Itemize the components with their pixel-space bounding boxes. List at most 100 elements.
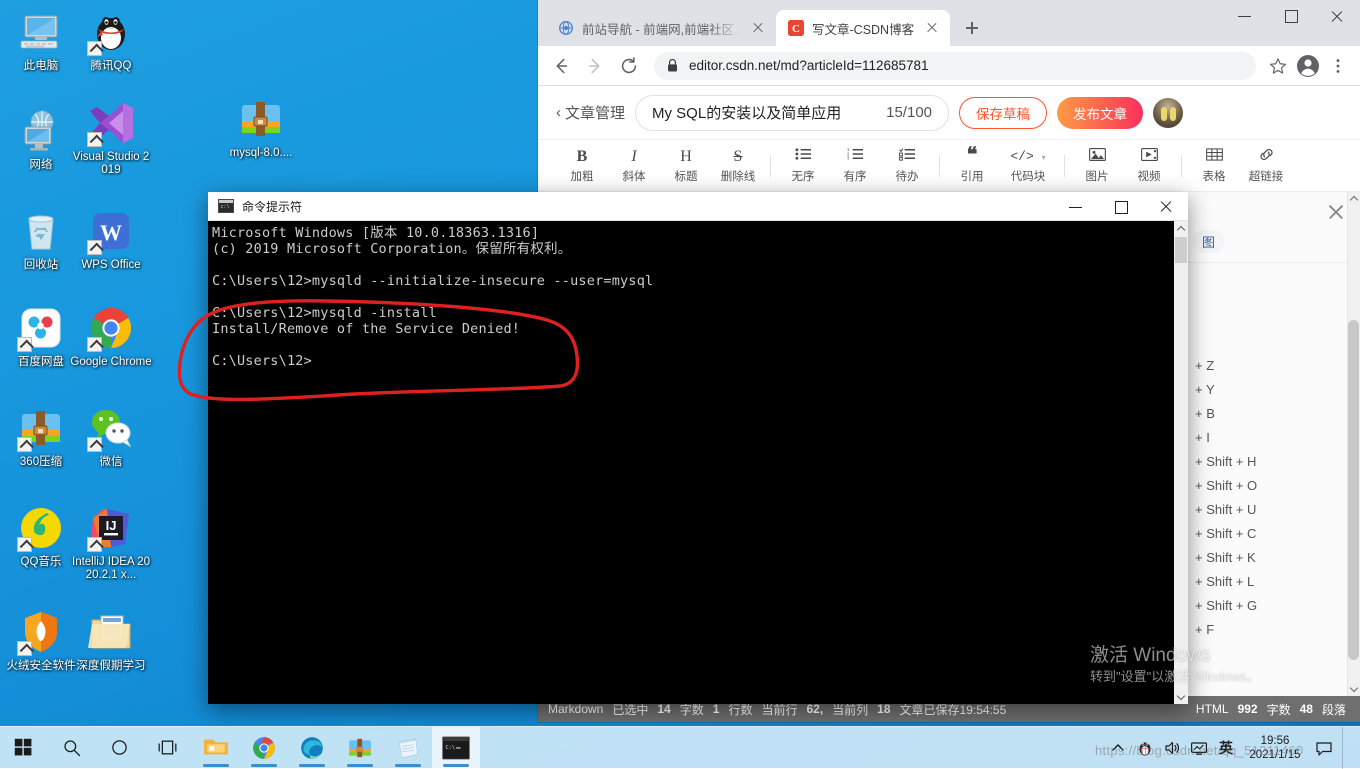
- toolbar-label: 删除线: [721, 168, 756, 184]
- code-block-button[interactable]: </> ▾ 代码块: [998, 147, 1058, 184]
- system-tray[interactable]: 英 19:56 2021/1/15: [1109, 727, 1360, 769]
- cmd-button[interactable]: C:\: [432, 727, 480, 769]
- video-button[interactable]: 视频: [1123, 147, 1175, 184]
- ordered-list-button[interactable]: 123 有序: [829, 147, 881, 184]
- command-prompt-window[interactable]: 命令提示符 Microsoft Windows [版本 10.0.18363.1…: [208, 192, 1188, 704]
- reload-icon[interactable]: [614, 51, 644, 81]
- page-scrollbar[interactable]: [1347, 192, 1360, 696]
- chrome-icon: [87, 304, 135, 352]
- window-controls[interactable]: [1222, 0, 1360, 32]
- svg-text:W: W: [100, 220, 122, 245]
- browser-toolbar[interactable]: editor.csdn.net/md?articleId=112685781: [538, 46, 1360, 86]
- search-button[interactable]: [48, 727, 96, 769]
- window-close-button[interactable]: [1314, 0, 1360, 32]
- save-draft-button[interactable]: 保存草稿: [959, 97, 1047, 129]
- publish-article-button[interactable]: 发布文章: [1057, 97, 1143, 129]
- desktop-icon-study-folder[interactable]: 深度假期学习: [70, 608, 152, 673]
- account-icon[interactable]: [1294, 52, 1322, 80]
- scrollbar-thumb[interactable]: [1348, 320, 1359, 660]
- speaker-icon[interactable]: [1163, 739, 1181, 757]
- close-icon[interactable]: [750, 20, 766, 36]
- show-desktop-button[interactable]: [1342, 727, 1350, 769]
- article-title-input[interactable]: My SQL的安装以及简单应用 15/100: [635, 95, 949, 131]
- quote-button[interactable]: ❝ 引用: [946, 147, 998, 184]
- console-icon: [218, 199, 234, 213]
- desktop-background[interactable]: 此电脑 腾讯QQ: [0, 0, 1360, 768]
- chevron-up-icon[interactable]: [1109, 739, 1127, 757]
- browser-toolbar-actions[interactable]: [1262, 52, 1352, 80]
- file-explorer-button[interactable]: [192, 727, 240, 769]
- desktop-icon-tencent-qq[interactable]: 腾讯QQ: [70, 8, 152, 73]
- new-tab-button[interactable]: [958, 14, 986, 42]
- kebab-menu-icon[interactable]: [1324, 52, 1352, 80]
- cmd-console-output[interactable]: Microsoft Windows [版本 10.0.18363.1316] (…: [208, 221, 1174, 704]
- csdn-icon: C: [788, 20, 804, 36]
- bold-button[interactable]: B 加粗: [556, 147, 608, 184]
- chevron-up-icon[interactable]: [1174, 221, 1188, 236]
- cmd-title-bar[interactable]: 命令提示符: [208, 192, 1188, 221]
- chrome-button[interactable]: [240, 727, 288, 769]
- status-right: HTML 992 字数 48 段落: [1196, 701, 1346, 718]
- desktop-icon-intellij-idea[interactable]: IJ IntelliJ IDEA 2020.2.1 x...: [70, 504, 152, 582]
- notepad-button[interactable]: [384, 727, 432, 769]
- chevron-down-icon[interactable]: [1174, 689, 1188, 704]
- list-item: + Shift + G: [1195, 594, 1342, 618]
- table-button[interactable]: 表格: [1188, 147, 1240, 184]
- 360-zip-button[interactable]: [336, 727, 384, 769]
- desktop-icon-google-chrome[interactable]: Google Chrome: [70, 304, 152, 369]
- penguin-icon[interactable]: [1136, 739, 1154, 757]
- status-line-count: 1: [713, 702, 720, 716]
- address-bar[interactable]: editor.csdn.net/md?articleId=112685781: [654, 52, 1256, 80]
- window-minimize-button[interactable]: [1222, 0, 1268, 32]
- desktop-icon-wps-office[interactable]: W WPS Office: [70, 207, 152, 272]
- clock-time: 19:56: [1244, 734, 1306, 748]
- taskbar[interactable]: C:\: [0, 726, 1360, 768]
- ime-chinese-icon[interactable]: 英: [1217, 739, 1235, 757]
- taskbar-clock[interactable]: 19:56 2021/1/15: [1244, 734, 1306, 762]
- csdn-editor-header[interactable]: ‹ 文章管理 My SQL的安装以及简单应用 15/100 保存草稿 发布文章: [538, 86, 1360, 140]
- toolbar-separator: [1064, 155, 1065, 177]
- browser-tab-inactive[interactable]: 前站导航 - 前端网,前端社区,搜索: [546, 10, 776, 46]
- task-view-button[interactable]: [144, 727, 192, 769]
- star-icon[interactable]: [1264, 52, 1292, 80]
- close-icon[interactable]: [1326, 202, 1346, 222]
- hyperlink-button[interactable]: 超链接: [1240, 147, 1292, 184]
- chevron-up-icon[interactable]: [1347, 192, 1360, 206]
- shortcut-overlay-icon: [87, 337, 102, 352]
- cmd-scrollbar[interactable]: [1174, 221, 1188, 704]
- hyperlink-icon: [1258, 147, 1275, 166]
- csdn-editor-toolbar[interactable]: B 加粗 I 斜体 H 标题 S 删除线: [538, 140, 1360, 192]
- monitor-icon[interactable]: [1190, 739, 1208, 757]
- browser-tab-active[interactable]: C 写文章-CSDN博客: [776, 10, 950, 46]
- desktop-icon-mysql-archive[interactable]: mysql-8.0....: [220, 95, 302, 160]
- toolbar-label: 无序: [792, 168, 815, 184]
- cmd-close-button[interactable]: [1143, 192, 1188, 221]
- start-button[interactable]: [0, 727, 48, 769]
- desktop-icon-wechat[interactable]: 微信: [70, 404, 152, 469]
- chevron-down-icon[interactable]: [1347, 682, 1360, 696]
- svg-text:C:\: C:\: [446, 745, 455, 751]
- edge-button[interactable]: [288, 727, 336, 769]
- desktop-icon-visual-studio[interactable]: Visual Studio 2019: [70, 99, 152, 177]
- cortana-button[interactable]: [96, 727, 144, 769]
- italic-button[interactable]: I 斜体: [608, 147, 660, 184]
- close-icon[interactable]: [924, 20, 940, 36]
- browser-tab-strip[interactable]: 前站导航 - 前端网,前端社区,搜索 C 写文章-CSDN博客: [538, 0, 1360, 46]
- window-maximize-button[interactable]: [1268, 0, 1314, 32]
- shortcut-help-panel[interactable]: 图 + Z + Y + B + I + Shift + H + Shift + …: [1184, 192, 1360, 696]
- heading-button[interactable]: H 标题: [660, 147, 712, 184]
- cmd-maximize-button[interactable]: [1098, 192, 1143, 221]
- back-to-article-management-link[interactable]: ‹ 文章管理: [556, 102, 625, 123]
- forward-icon[interactable]: [580, 51, 610, 81]
- back-icon[interactable]: [546, 51, 576, 81]
- desktop-icon-label: IntelliJ IDEA 2020.2.1 x...: [70, 556, 152, 582]
- avatar[interactable]: [1153, 98, 1183, 128]
- strikethrough-button[interactable]: S 删除线: [712, 147, 764, 184]
- todo-list-button[interactable]: 待办: [881, 147, 933, 184]
- cmd-minimize-button[interactable]: [1053, 192, 1098, 221]
- unordered-list-button[interactable]: 无序: [777, 147, 829, 184]
- notification-icon[interactable]: [1315, 739, 1333, 757]
- cmd-window-controls[interactable]: [1053, 192, 1188, 221]
- image-button[interactable]: 图片: [1071, 147, 1123, 184]
- scrollbar-thumb[interactable]: [1175, 237, 1187, 263]
